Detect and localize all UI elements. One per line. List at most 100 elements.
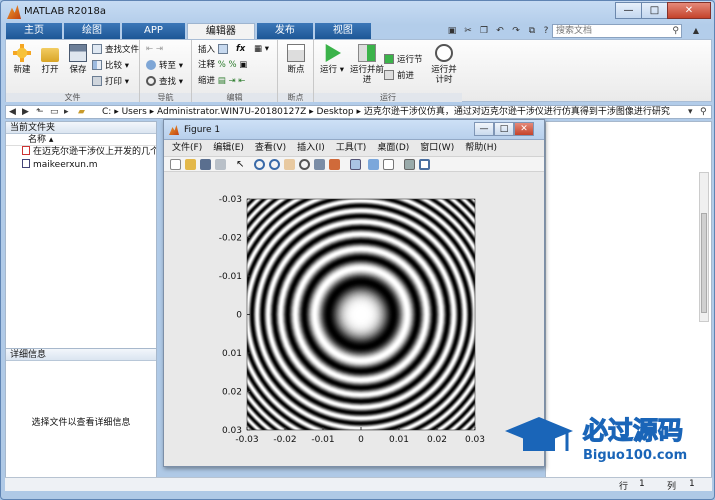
tab-apps[interactable]: APP xyxy=(122,23,185,39)
breadcrumb-folder[interactable]: 迈克尔逊干涉仪仿真，通过对迈克尔逊干涉仪进行仿真得到干涉图像进行研究 xyxy=(364,107,670,117)
floppy-icon xyxy=(69,44,87,62)
new-button[interactable]: 新建 xyxy=(8,44,36,75)
print-button[interactable]: 打印 ▾ xyxy=(92,76,129,87)
insert-button[interactable]: 插入 xyxy=(198,44,231,55)
colorbar-icon[interactable] xyxy=(368,159,379,170)
data-cursor-icon[interactable] xyxy=(314,159,325,170)
run-section-button[interactable]: 运行节 xyxy=(384,54,423,65)
address-dropdown-icon[interactable]: ▾ xyxy=(688,106,693,118)
ring-band xyxy=(360,314,362,315)
breadcrumb-users[interactable]: Users xyxy=(122,107,147,117)
browse-folder-icon[interactable]: ▭ xyxy=(50,106,59,118)
legend-icon[interactable] xyxy=(383,159,394,170)
menu-edit[interactable]: 编辑(E) xyxy=(213,141,244,155)
maximize-button[interactable]: □ xyxy=(641,2,668,19)
open-button[interactable]: 打开 xyxy=(36,44,64,75)
fx-button[interactable]: fx xyxy=(236,44,245,55)
quick-copy-icon[interactable]: ❐ xyxy=(477,24,491,38)
menu-desktop[interactable]: 桌面(D) xyxy=(377,141,409,155)
tab-editor[interactable]: 编辑器 xyxy=(186,23,255,39)
close-button[interactable]: ✕ xyxy=(667,2,711,19)
root-drive-icon[interactable]: ▸ xyxy=(64,106,69,118)
forward-icon[interactable]: ▶ xyxy=(22,106,29,118)
compare-button[interactable]: 比较 ▾ xyxy=(92,60,129,71)
pointer-icon[interactable]: ↖ xyxy=(236,159,247,170)
printer-icon xyxy=(92,76,102,86)
run-group-label: 运行 xyxy=(314,93,462,102)
run-and-time-button[interactable]: 运行并计时 xyxy=(428,44,460,85)
file-list-item[interactable]: 在迈克尔逊干涉仪上开发的几个... xyxy=(6,146,156,159)
up-folder-icon[interactable]: ⬑ xyxy=(36,106,44,118)
address-bar[interactable]: ◀ ▶ ⬑ ▭ ▸ ▰ C: ▸ Users ▸ Administrator.W… xyxy=(5,105,712,119)
run-and-advance-button[interactable]: 运行并前进 xyxy=(350,44,384,85)
name-column-header[interactable]: 名称 ▴ xyxy=(6,134,156,146)
file-list-item[interactable]: maikeerxun.m xyxy=(6,159,156,172)
menu-help[interactable]: 帮助(H) xyxy=(465,141,497,155)
editor-scrollbar[interactable] xyxy=(699,172,709,322)
breadcrumb-user[interactable]: Administrator.WIN7U-20180127Z xyxy=(157,107,306,117)
tab-publish[interactable]: 发布 xyxy=(256,23,313,39)
breakpoints-button[interactable]: 断点 xyxy=(282,44,310,75)
menu-tools[interactable]: 工具(T) xyxy=(336,141,367,155)
find-files-icon xyxy=(92,44,102,54)
run-time-clock-icon xyxy=(435,44,453,62)
address-search-icon[interactable]: ⚲ xyxy=(700,106,707,118)
menu-view[interactable]: 查看(V) xyxy=(255,141,286,155)
run-section-icon xyxy=(384,54,394,64)
search-icon[interactable]: ⚲ xyxy=(672,25,679,37)
tab-plots[interactable]: 绘图 xyxy=(64,23,120,39)
zoom-in-icon[interactable] xyxy=(254,159,265,170)
brush-icon[interactable] xyxy=(329,159,340,170)
save-button[interactable]: 保存 xyxy=(64,44,92,75)
undo-icon[interactable]: ↶ xyxy=(493,24,507,38)
find-files-button[interactable]: 查找文件 xyxy=(92,44,139,55)
breadcrumb[interactable]: C: ▸ Users ▸ Administrator.WIN7U-2018012… xyxy=(102,106,670,118)
interference-plot[interactable]: -0.03 -0.02 -0.01 0 0.01 0.02 0.03 -0.03-0.02-… xyxy=(164,173,544,466)
quick-cut-icon[interactable]: ✂ xyxy=(461,24,475,38)
indent-button[interactable]: 缩进 ▤ ⇥ ⇤ xyxy=(198,76,245,87)
breadcrumb-drive[interactable]: C: xyxy=(102,107,111,117)
help-icon[interactable]: ? xyxy=(539,24,553,38)
link-plot-icon[interactable] xyxy=(350,159,361,170)
figure-maximize-button[interactable]: □ xyxy=(494,122,514,136)
line-value: 1 xyxy=(639,479,645,489)
minimize-button[interactable]: — xyxy=(615,2,642,19)
figure-minimize-button[interactable]: — xyxy=(474,122,494,136)
search-input[interactable]: 搜索文档 ⚲ xyxy=(552,24,682,38)
m-file-icon xyxy=(22,159,30,168)
nav-back-forward-icon[interactable]: ⇤ ⇥ xyxy=(146,44,163,55)
collapse-ribbon-icon[interactable]: ▲ xyxy=(689,24,703,38)
goto-icon xyxy=(146,60,156,70)
pan-hand-icon[interactable] xyxy=(284,159,295,170)
redo-icon[interactable]: ↷ xyxy=(509,24,523,38)
y-tick-label: 0.01 xyxy=(222,349,242,359)
goto-button[interactable]: 转至 ▾ xyxy=(146,60,183,71)
quick-save-icon[interactable]: ▣ xyxy=(445,24,459,38)
menu-insert[interactable]: 插入(I) xyxy=(297,141,325,155)
new-figure-icon[interactable] xyxy=(170,159,181,170)
advance-button[interactable]: 前进 xyxy=(384,70,414,81)
open-file-icon[interactable] xyxy=(185,159,196,170)
advance-icon xyxy=(384,70,394,80)
scroll-thumb[interactable] xyxy=(701,213,707,313)
menu-file[interactable]: 文件(F) xyxy=(172,141,202,155)
navigate-group-label: 导航 xyxy=(140,93,191,102)
rotate-3d-icon[interactable] xyxy=(299,159,310,170)
hide-plot-tools-icon[interactable] xyxy=(404,159,415,170)
percent-icon: % xyxy=(217,60,226,70)
switch-windows-icon[interactable]: ⧉ xyxy=(525,24,539,38)
comment-button[interactable]: 注释 % % ▣ xyxy=(198,60,247,71)
back-icon[interactable]: ◀ xyxy=(9,106,16,118)
show-plot-tools-icon[interactable] xyxy=(419,159,430,170)
print-figure-icon[interactable] xyxy=(215,159,226,170)
find-button[interactable]: 查找 ▾ xyxy=(146,76,183,87)
tab-home[interactable]: 主页 xyxy=(6,23,62,39)
breadcrumb-desktop[interactable]: Desktop xyxy=(317,107,354,117)
menu-window[interactable]: 窗口(W) xyxy=(420,141,454,155)
save-figure-icon[interactable] xyxy=(200,159,211,170)
insert-section-icon[interactable]: ▦ ▾ xyxy=(254,44,269,55)
tab-view[interactable]: 视图 xyxy=(314,23,371,39)
zoom-out-icon[interactable] xyxy=(269,159,280,170)
run-button[interactable]: 运行 ▾ xyxy=(318,44,346,75)
figure-close-button[interactable]: ✕ xyxy=(514,122,534,136)
